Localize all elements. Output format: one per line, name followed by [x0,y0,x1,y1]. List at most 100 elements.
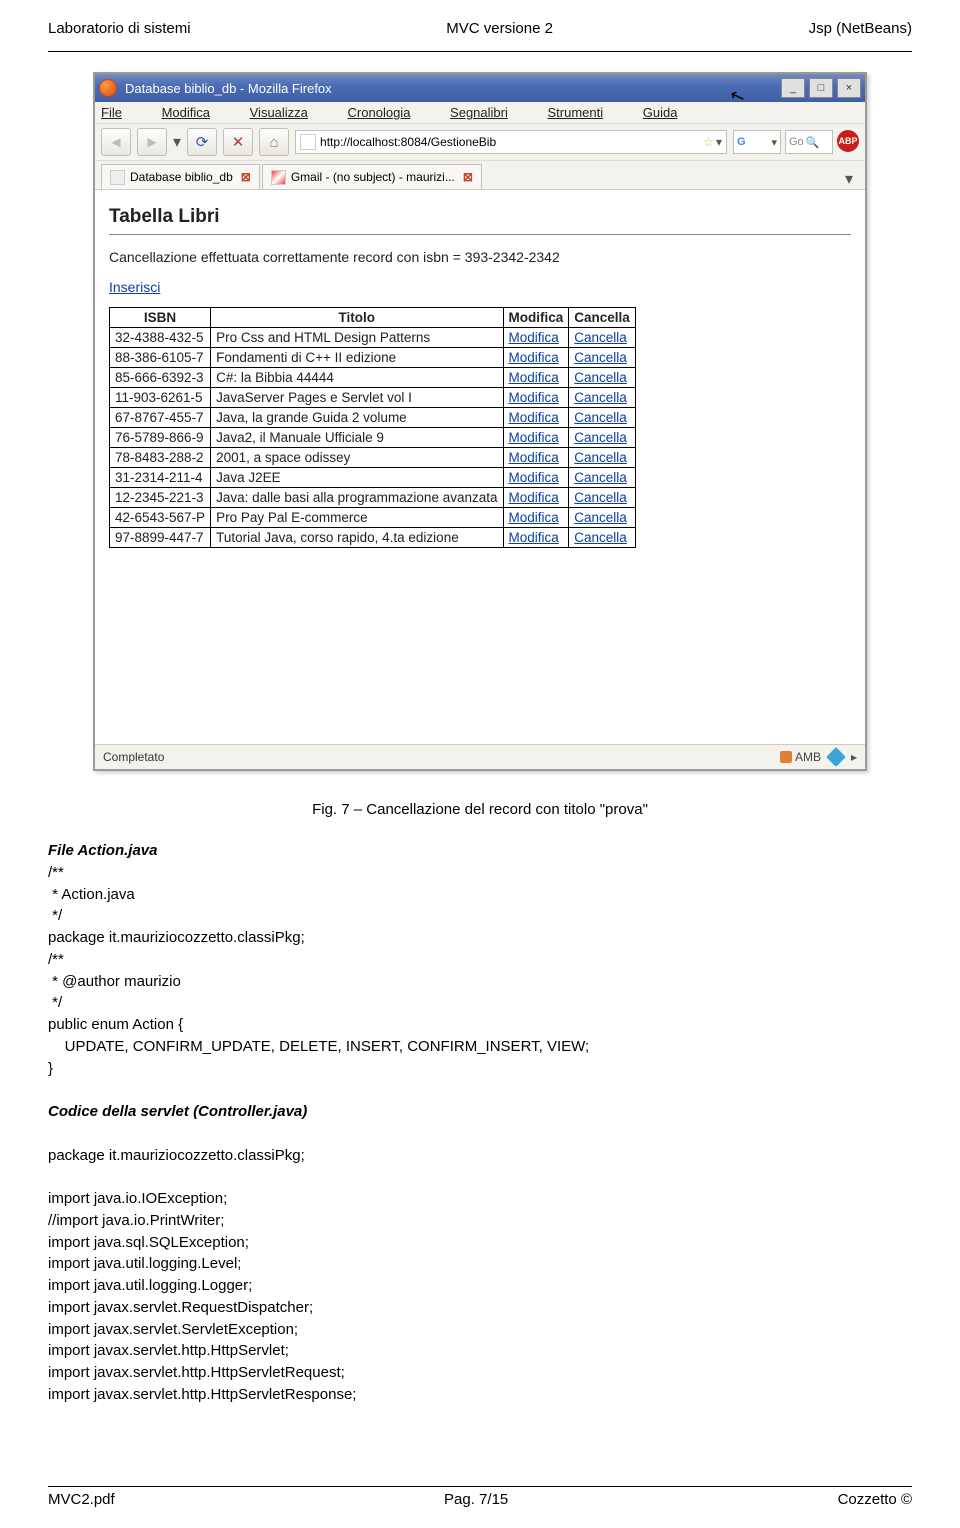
table-row: 31-2314-211-4Java J2EEModificaCancella [110,468,636,488]
search-input-google[interactable]: G▾ [733,130,781,154]
table-row: 32-4388-432-5Pro Css and HTML Design Pat… [110,328,636,348]
page: Laboratorio di sistemi MVC versione 2 Js… [0,0,960,1528]
cell-isbn: 42-6543-567-P [110,508,211,528]
cell-isbn: 67-8767-455-7 [110,408,211,428]
amb-indicator[interactable]: AMB [780,750,821,764]
footer-center: Pag. 7/15 [444,1491,508,1508]
menu-edit[interactable]: Modifica [162,105,228,120]
maximize-button[interactable]: □ [809,78,833,98]
home-button[interactable]: ⌂ [259,128,289,156]
reload-button[interactable]: ⟳ [187,128,217,156]
cell-titolo: Java, la grande Guida 2 volume [211,408,503,428]
table-row: 67-8767-455-7Java, la grande Guida 2 vol… [110,408,636,428]
menu-bookmarks[interactable]: Segnalibri [450,105,526,120]
col-isbn: ISBN [110,308,211,328]
diamond-icon[interactable] [826,747,846,767]
menu-tools[interactable]: Strumenti [548,105,622,120]
modifica-link[interactable]: Modifica [503,368,569,388]
header-left: Laboratorio di sistemi [48,20,191,37]
menu-view[interactable]: Visualizza [250,105,326,120]
cell-isbn: 76-5789-866-9 [110,428,211,448]
tab-close-icon[interactable]: ⊠ [241,170,251,184]
code-section: File Action.java /** * Action.java */ pa… [48,840,912,1406]
cell-isbn: 88-386-6105-7 [110,348,211,368]
status-dropdown-icon[interactable]: ▸ [851,750,857,764]
menu-bar: File Modifica Visualizza Cronologia Segn… [95,102,865,124]
modifica-link[interactable]: Modifica [503,408,569,428]
cancella-link[interactable]: Cancella [569,328,636,348]
tab-gmail[interactable]: Gmail - (no subject) - maurizi... ⊠ [262,164,482,189]
modifica-link[interactable]: Modifica [503,488,569,508]
history-dropdown-icon[interactable]: ▾ [173,132,181,152]
forward-button[interactable]: ► [137,128,167,156]
table-row: 11-903-6261-5JavaServer Pages e Servlet … [110,388,636,408]
back-button[interactable]: ◄ [101,128,131,156]
firefox-icon [99,79,117,97]
cell-titolo: JavaServer Pages e Servlet vol I [211,388,503,408]
window-title: Database biblio_db - Mozilla Firefox [125,81,332,96]
tab-biblio[interactable]: Database biblio_db ⊠ [101,164,260,189]
cancella-link[interactable]: Cancella [569,348,636,368]
cancella-link[interactable]: Cancella [569,468,636,488]
modifica-link[interactable]: Modifica [503,448,569,468]
bookmark-star-icon[interactable]: ☆ [703,135,714,149]
cancella-link[interactable]: Cancella [569,428,636,448]
modifica-link[interactable]: Modifica [503,348,569,368]
modifica-link[interactable]: Modifica [503,328,569,348]
cell-isbn: 31-2314-211-4 [110,468,211,488]
stop-button[interactable]: ✕ [223,128,253,156]
cell-isbn: 12-2345-221-3 [110,488,211,508]
table-row: 12-2345-221-3Java: dalle basi alla progr… [110,488,636,508]
modifica-link[interactable]: Modifica [503,428,569,448]
col-modifica: Modifica [503,308,569,328]
doc-header: Laboratorio di sistemi MVC versione 2 Js… [48,20,912,37]
tab-bar: Database biblio_db ⊠ Gmail - (no subject… [95,161,865,190]
tab-close-icon[interactable]: ⊠ [463,170,473,184]
url-text: http://localhost:8084/GestioneBib [320,135,496,149]
search-label: Go [789,136,804,148]
code-heading-1: File Action.java [48,842,157,859]
cancella-link[interactable]: Cancella [569,488,636,508]
modifica-link[interactable]: Modifica [503,388,569,408]
table-row: 97-8899-447-7Tutorial Java, corso rapido… [110,528,636,548]
table-row: 78-8483-288-22001, a space odisseyModifi… [110,448,636,468]
page-heading: Tabella Libri [109,206,851,228]
close-button[interactable]: × [837,78,861,98]
tab-favicon-icon [110,170,125,185]
tabs-dropdown-icon[interactable]: ▾ [839,169,859,189]
cell-isbn: 85-666-6392-3 [110,368,211,388]
modifica-link[interactable]: Modifica [503,528,569,548]
firefox-window: ↖ Database biblio_db - Mozilla Firefox _… [93,72,867,771]
window-titlebar: Database biblio_db - Mozilla Firefox _ □… [95,74,865,102]
insert-link[interactable]: Inserisci [109,279,160,295]
menu-history[interactable]: Cronologia [348,105,429,120]
cell-isbn: 32-4388-432-5 [110,328,211,348]
cancella-link[interactable]: Cancella [569,508,636,528]
table-row: 76-5789-866-9Java2, il Manuale Ufficiale… [110,428,636,448]
url-input[interactable]: http://localhost:8084/GestioneBib ☆ ▾ [295,130,727,154]
cancella-link[interactable]: Cancella [569,448,636,468]
modifica-link[interactable]: Modifica [503,468,569,488]
page-favicon-icon [300,134,316,150]
modifica-link[interactable]: Modifica [503,508,569,528]
cancella-link[interactable]: Cancella [569,408,636,428]
cancella-link[interactable]: Cancella [569,388,636,408]
url-dropdown-icon[interactable]: ▾ [716,135,722,149]
status-bar: Completato AMB ▸ [95,744,865,769]
cancella-link[interactable]: Cancella [569,368,636,388]
table-header-row: ISBN Titolo Modifica Cancella [110,308,636,328]
adblock-icon[interactable]: ABP [837,130,859,152]
menu-file[interactable]: File [101,105,140,120]
cell-isbn: 97-8899-447-7 [110,528,211,548]
col-titolo: Titolo [211,308,503,328]
divider [48,51,912,52]
table-row: 85-666-6392-3C#: la Bibbia 44444Modifica… [110,368,636,388]
table-row: 42-6543-567-PPro Pay Pal E-commerceModif… [110,508,636,528]
cell-isbn: 78-8483-288-2 [110,448,211,468]
search-input-go[interactable]: Go🔍 [785,130,833,154]
google-icon: G [737,136,746,148]
cancella-link[interactable]: Cancella [569,528,636,548]
menu-help[interactable]: Guida [643,105,696,120]
code-block-2: package it.mauriziocozzetto.classiPkg; i… [48,1147,356,1403]
minimize-button[interactable]: _ [781,78,805,98]
